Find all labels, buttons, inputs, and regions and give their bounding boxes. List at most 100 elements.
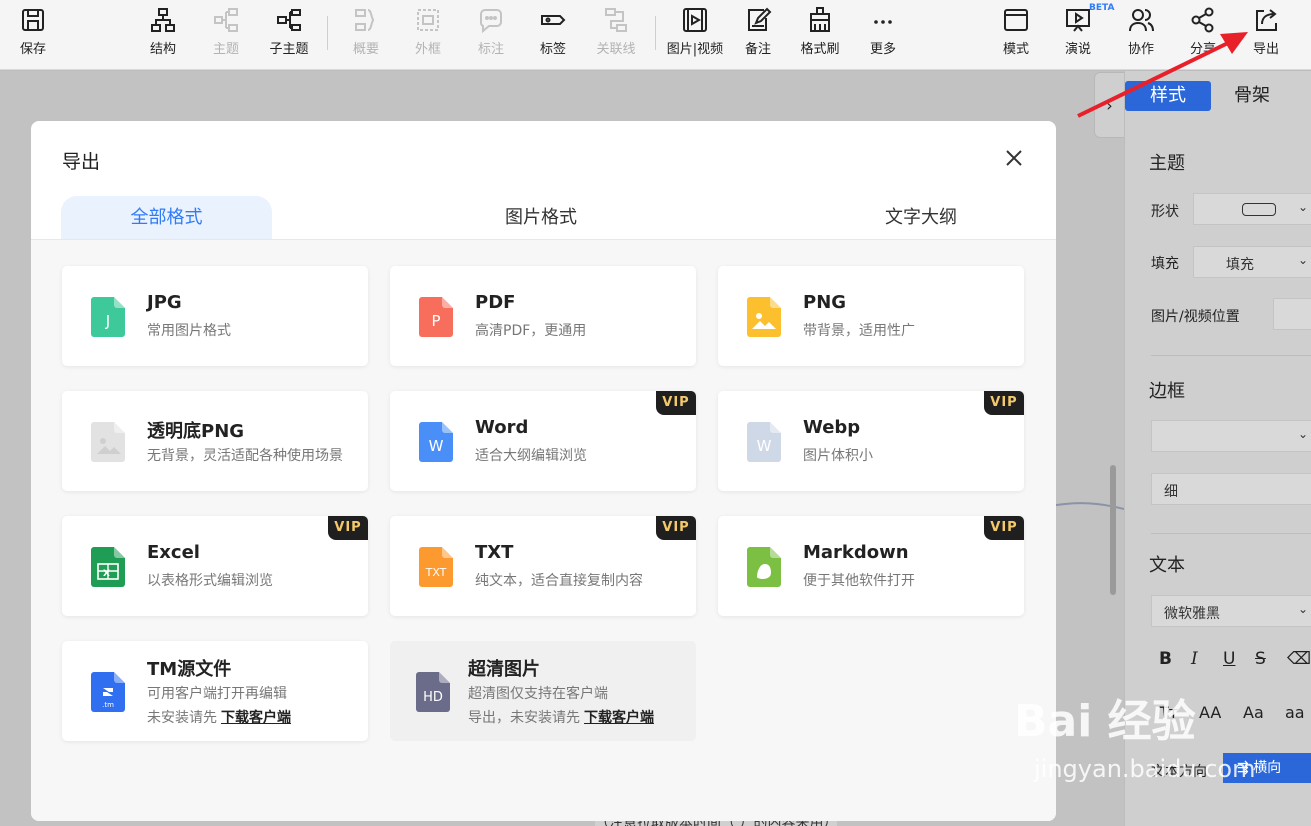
chevron-down-icon: ⌄ <box>1298 427 1309 441</box>
bold-icon[interactable]: B <box>1159 649 1172 669</box>
media-button[interactable]: 图片|视频 <box>661 4 729 64</box>
excel-file-icon: X <box>91 547 125 587</box>
format-description: 超清图仅支持在客户端 <box>468 686 608 702</box>
topic-button[interactable]: 主题 <box>194 4 258 64</box>
border-width-value: 细 <box>1164 484 1178 500</box>
install-hint-text: 未安装请先 <box>147 710 217 726</box>
font-family-select[interactable]: 微软雅黑 ⌄ <box>1151 595 1311 627</box>
export-format-card[interactable]: .tm TM源文件 可用客户端打开再编辑 未安装请先 下载客户端 <box>62 641 368 741</box>
format-description: 图片体积小 <box>803 448 873 464</box>
media-position-select[interactable] <box>1273 298 1311 330</box>
download-client-link[interactable]: 下载客户端 <box>584 710 654 726</box>
export-format-card[interactable]: X Excel 以表格形式编辑浏览 VIP <box>62 516 368 616</box>
subtopic-button[interactable]: 子主题 <box>257 4 321 64</box>
text-format-row: B I U S ⌫ <box>1151 649 1311 679</box>
tab-all-formats[interactable]: 全部格式 <box>61 196 272 240</box>
tab-image-formats[interactable]: 图片格式 <box>431 196 651 240</box>
dialog-title: 导出 <box>62 151 101 173</box>
relation-line-button[interactable]: 关联线 <box>584 4 648 64</box>
more-button[interactable]: 更多 <box>851 4 915 64</box>
format-title: Webp <box>803 417 861 438</box>
export-format-card[interactable]: 透明底PNG 无背景，灵活适配各种使用场景 <box>62 391 368 491</box>
export-format-card[interactable]: TXT TXT 纯文本，适合直接复制内容 VIP <box>390 516 696 616</box>
format-title: TM源文件 <box>147 659 232 680</box>
export-dialog: 导出 全部格式 图片格式 文字大纲 J JPG 常用图片格式 P PDF 高清PDF，更通… <box>31 121 1056 821</box>
format-painter-icon <box>810 7 830 32</box>
format-description: 无背景，灵活适配各种使用场景 <box>147 448 343 464</box>
export-format-card[interactable]: W Word 适合大纲编辑浏览 VIP <box>390 391 696 491</box>
mode-button[interactable]: 模式 <box>984 4 1048 64</box>
section-text-heading: 文本 <box>1149 555 1185 576</box>
vip-badge: VIP <box>656 391 696 415</box>
underline-icon[interactable]: U <box>1223 649 1235 669</box>
export-format-card[interactable]: HD 超清图片超清图仅支持在客户端导出，未安装请先 下载客户端 <box>390 641 696 741</box>
format-title: TXT <box>475 542 514 563</box>
format-description: 常用图片格式 <box>147 323 231 339</box>
note-button[interactable]: 备注 <box>726 4 790 64</box>
export-format-card[interactable]: J JPG 常用图片格式 <box>62 266 368 366</box>
shape-select[interactable]: ⌄ <box>1193 193 1311 225</box>
mode-icon <box>1004 9 1028 31</box>
format-title: JPG <box>147 292 182 313</box>
format-painter-button[interactable]: 格式刷 <box>788 4 852 64</box>
scrollbar[interactable] <box>1110 465 1116 595</box>
film-icon <box>683 8 707 32</box>
svg-text:X: X <box>103 569 110 579</box>
export-format-card[interactable]: PNG 带背景，适用性广 <box>718 266 1024 366</box>
watermark-logo-text: Bai 经验 <box>1014 696 1196 747</box>
topic-icon <box>214 8 238 32</box>
eraser-icon[interactable]: ⌫ <box>1287 649 1311 669</box>
media-position-label: 图片/视频位置 <box>1151 309 1240 325</box>
format-title: Excel <box>147 542 200 563</box>
shape-label: 形状 <box>1151 204 1179 220</box>
save-button[interactable]: 保存 <box>1 4 65 64</box>
toolbar-divider <box>655 16 656 50</box>
format-title: 超清图片 <box>468 659 540 680</box>
fill-select[interactable]: 填充 ⌄ <box>1193 246 1311 278</box>
rounded-rect-shape-icon <box>1242 203 1276 216</box>
download-client-link[interactable]: 下载客户端 <box>221 710 291 726</box>
frame-icon <box>417 9 439 31</box>
tab-text-outline[interactable]: 文字大纲 <box>811 196 1031 240</box>
frame-button[interactable]: 外框 <box>396 4 460 64</box>
format-title: 透明底PNG <box>147 421 245 442</box>
watermark-url: jingyan.baidu.com <box>1034 755 1256 783</box>
svg-text:W: W <box>757 437 772 455</box>
tm-file-icon: .tm <box>91 672 125 712</box>
export-format-card[interactable]: W Webp 图片体积小 VIP <box>718 391 1024 491</box>
transparent-png-file-icon <box>91 422 125 462</box>
export-format-card[interactable]: P PDF 高清PDF，更通用 <box>390 266 696 366</box>
border-style-select[interactable]: ⌄ <box>1151 420 1311 452</box>
tag-button[interactable]: 标签 <box>521 4 585 64</box>
summary-icon <box>355 9 375 31</box>
strikethrough-icon[interactable]: S <box>1255 649 1266 669</box>
svg-text:J: J <box>105 312 110 330</box>
section-topic-heading: 主题 <box>1149 153 1185 174</box>
border-width-select[interactable]: 细 <box>1151 473 1311 505</box>
more-icon <box>874 20 892 24</box>
png-file-icon <box>747 297 781 337</box>
subtopic-icon <box>277 9 301 31</box>
format-description-line2: 导出，未安装请先 下载客户端 <box>468 707 654 727</box>
close-icon[interactable] <box>1001 145 1027 171</box>
structure-icon <box>151 8 175 32</box>
svg-text:HD: HD <box>423 690 443 705</box>
structure-button[interactable]: 结构 <box>131 4 195 64</box>
fill-select-value: 填充 <box>1226 257 1254 273</box>
vip-badge: VIP <box>984 516 1024 540</box>
save-icon <box>22 9 44 31</box>
format-description: 以表格形式编辑浏览 <box>147 573 273 589</box>
vip-badge: VIP <box>328 516 368 540</box>
tag-icon <box>541 15 566 25</box>
italic-icon[interactable]: I <box>1191 649 1198 669</box>
callout-button[interactable]: 标注 <box>459 4 523 64</box>
pdf-file-icon: P <box>419 297 453 337</box>
export-format-card[interactable]: Markdown 便于其他软件打开 VIP <box>718 516 1024 616</box>
vip-badge: VIP <box>984 391 1024 415</box>
chevron-down-icon: ⌄ <box>1298 253 1309 267</box>
format-description: 带背景，适用性广 <box>803 323 915 339</box>
note-icon <box>748 7 772 31</box>
chevron-down-icon: ⌄ <box>1298 602 1309 616</box>
summary-button[interactable]: 概要 <box>334 4 398 64</box>
svg-text:.tm: .tm <box>102 701 114 709</box>
